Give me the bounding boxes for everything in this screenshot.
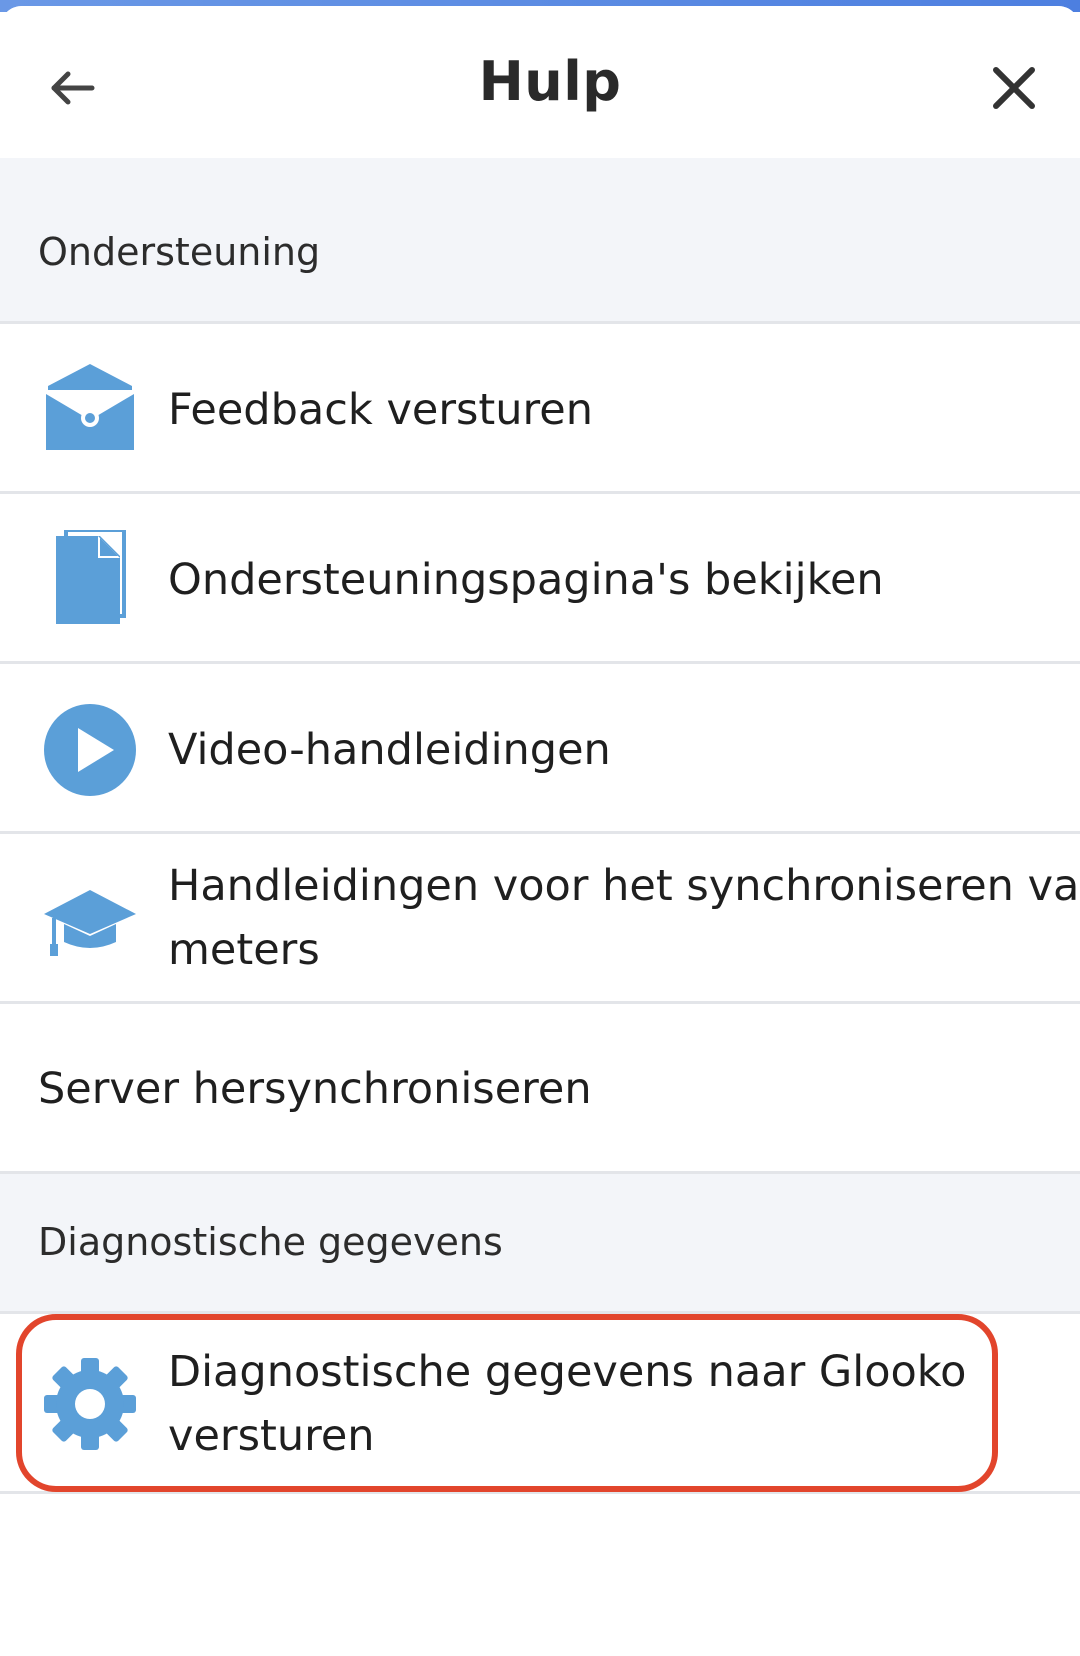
- support-pages-item[interactable]: Ondersteuningspagina's bekijken: [0, 494, 1080, 664]
- close-button[interactable]: [984, 58, 1044, 118]
- close-icon: [993, 67, 1035, 109]
- graduation-cap-icon: [44, 890, 136, 956]
- video-guides-label: Video-handleidingen: [168, 725, 611, 775]
- send-diagnostics-label-line1: Diagnostische gegevens naar Glooko: [168, 1347, 967, 1397]
- help-sheet: Hulp Ondersteuning Feedback versturen On: [0, 6, 1080, 1656]
- server-resync-item[interactable]: Server hersynchroniseren: [0, 1004, 1080, 1174]
- header: Hulp: [0, 6, 1080, 158]
- page-title: Hulp: [478, 50, 622, 113]
- section-label-diagnostics: Diagnostische gegevens: [38, 1220, 503, 1264]
- meter-sync-guides-label-line1: Handleidingen voor het synchroniseren va…: [168, 861, 1080, 911]
- feedback-label: Feedback versturen: [168, 385, 593, 435]
- video-guides-item[interactable]: Video-handleidingen: [0, 664, 1080, 834]
- play-icon: [44, 704, 136, 796]
- envelope-icon: [46, 364, 134, 450]
- meter-sync-guides-item[interactable]: Handleidingen voor het synchroniseren va…: [0, 834, 1080, 1004]
- meter-sync-guides-label-line2: meters: [168, 925, 320, 975]
- document-icon: [56, 530, 126, 624]
- support-pages-label: Ondersteuningspagina's bekijken: [168, 555, 884, 605]
- server-resync-label: Server hersynchroniseren: [38, 1064, 592, 1114]
- gear-icon: [44, 1358, 136, 1450]
- send-diagnostics-label-line2: versturen: [168, 1411, 375, 1461]
- section-header-diagnostics: Diagnostische gegevens: [0, 1174, 1080, 1314]
- section-header-support: Ondersteuning: [0, 158, 1080, 324]
- feedback-item[interactable]: Feedback versturen: [0, 324, 1080, 494]
- section-label-support: Ondersteuning: [38, 230, 321, 274]
- send-diagnostics-item[interactable]: Diagnostische gegevens naar Glooko verst…: [0, 1314, 1080, 1494]
